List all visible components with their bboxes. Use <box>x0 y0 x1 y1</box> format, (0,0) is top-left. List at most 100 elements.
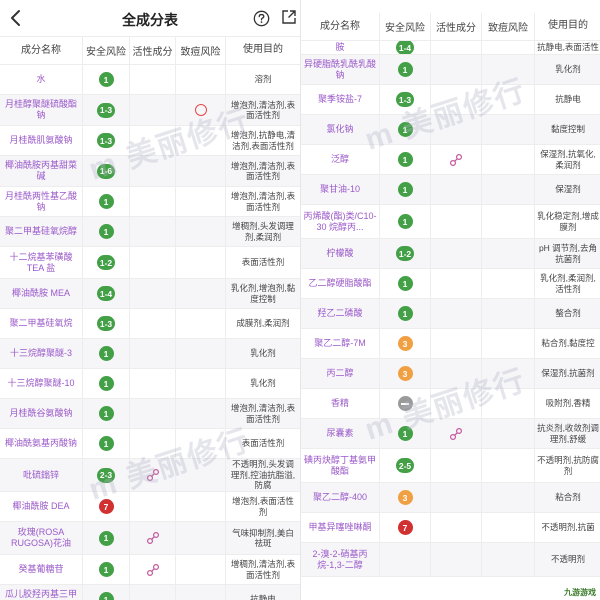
ingredient-name[interactable]: 月桂酰谷氨酸钠 <box>0 399 83 428</box>
safety-risk-cell: 3 <box>380 329 431 358</box>
acne-risk-cell <box>482 513 535 542</box>
table-row[interactable]: 2-溴-2-硝基丙烷-1,3-二醇 不透明剂 <box>301 543 600 577</box>
ingredient-name[interactable]: 碘丙炔醇丁基氨甲酸酯 <box>301 449 380 482</box>
ingredient-name[interactable]: 异硬脂酰乳酰乳酸钠 <box>301 55 380 84</box>
acne-risk-cell <box>176 187 226 216</box>
table-row[interactable]: 聚甘油-10 1 保湿剂 <box>301 175 600 205</box>
ingredient-name[interactable]: 乙二醇硬脂酸酯 <box>301 269 380 298</box>
table-row[interactable]: 吡硫鎓锌 2-3 不透明剂,头发调理剂,控油抗脂溢,防腐 <box>0 459 300 492</box>
usage-purpose: 增泡剂,清洁剂,表面活性剂 <box>230 191 296 212</box>
table-row[interactable]: 柠檬酸 1-2 pH 调节剂,去角抗菌剂 <box>301 239 600 269</box>
footer-logo: 九游游戏 <box>564 588 596 597</box>
active-cell <box>130 309 176 338</box>
ingredient-name[interactable]: 羟乙二磷酸 <box>301 299 380 328</box>
ingredient-name[interactable]: 椰油酰胺 MEA <box>0 279 83 308</box>
ingredient-name[interactable]: 十三烷醇聚醚-10 <box>0 369 83 398</box>
risk-badge: 1 <box>98 562 114 577</box>
active-cell <box>130 459 176 491</box>
ingredient-name[interactable]: 月桂醇聚醚硫酸酯钠 <box>0 95 83 125</box>
table-row[interactable]: 香精 吸附剂,香精 <box>301 389 600 419</box>
table-row[interactable]: 玫瑰(ROSA RUGOSA)花油 1 气味抑制剂,美白祛斑 <box>0 522 300 555</box>
ingredient-name[interactable]: 聚季铵盐-7 <box>301 85 380 114</box>
ingredient-name[interactable]: 聚二甲基硅氧烷 <box>0 309 83 338</box>
ingredient-name[interactable]: 月桂酰肌氨酸钠 <box>0 126 83 155</box>
safety-risk-cell: 1-2 <box>380 239 431 268</box>
ingredient-name[interactable]: 丙二醇 <box>301 359 380 388</box>
ingredient-name[interactable]: 聚二甲基硅氧烷醇 <box>0 217 83 246</box>
ingredient-name[interactable]: 2-溴-2-硝基丙烷-1,3-二醇 <box>301 543 380 576</box>
ingredient-name[interactable]: 聚甘油-10 <box>301 175 380 204</box>
table-row[interactable]: 水 1 溶剂 <box>0 65 300 95</box>
col-acne-header: 致痘风险 <box>482 13 535 40</box>
table-row[interactable]: 甲基异噻唑啉酮 7 不透明剂,抗菌 <box>301 513 600 543</box>
ingredient-name[interactable]: 玫瑰(ROSA RUGOSA)花油 <box>0 522 83 554</box>
ingredient-name[interactable]: 月桂酰两性基乙酸钠 <box>0 187 83 216</box>
ingredient-name[interactable]: 氯化钠 <box>301 115 380 144</box>
safety-risk-cell: 1-3 <box>83 126 130 155</box>
ingredient-name[interactable]: 水 <box>0 65 83 94</box>
table-row[interactable]: 聚二甲基硅氧烷 1-3 成膜剂,柔润剂 <box>0 309 300 339</box>
help-icon[interactable] <box>253 10 270 27</box>
table-row[interactable]: 羟乙二磷酸 1 螯合剂 <box>301 299 600 329</box>
table-row[interactable]: 月桂酰谷氨酸钠 1 增泡剂,清洁剂,表面活性剂 <box>0 399 300 429</box>
table-row[interactable]: 异硬脂酰乳酰乳酸钠 1 乳化剂 <box>301 55 600 85</box>
table-row[interactable]: 椰油酰胺 MEA 1-4 乳化剂,增泡剂,黏度控制 <box>0 279 300 309</box>
ingredient-name[interactable]: 尿囊素 <box>301 419 380 448</box>
table-row[interactable]: 乙二醇硬脂酸酯 1 乳化剂,柔润剂,活性剂 <box>301 269 600 299</box>
ingredient-name[interactable]: 十二烷基苯磺酸TEA 盐 <box>0 247 83 278</box>
table-row[interactable]: 丙烯酸(酯)类/C10-30 烷醇丙... 1 乳化稳定剂,增成膜剂 <box>301 205 600 239</box>
table-row[interactable]: 椰油酰胺丙基甜菜碱 1-6 增泡剂,清洁剂,表面活性剂 <box>0 156 300 187</box>
risk-badge: 1-2 <box>395 246 415 261</box>
ingredient-name[interactable]: 椰油酰氨基丙酸钠 <box>0 429 83 458</box>
ingredient-name[interactable]: 柠檬酸 <box>301 239 380 268</box>
ingredient-name[interactable]: 吡硫鎓锌 <box>0 459 83 491</box>
ingredient-name[interactable]: 癸基葡糖苷 <box>0 555 83 584</box>
table-row[interactable]: 瓜儿胶羟丙基三甲基氯化铵 1 抗静电 <box>0 585 300 600</box>
ingredient-name[interactable]: 香精 <box>301 389 380 418</box>
table-row[interactable]: 十三烷醇聚醚-3 1 乳化剂 <box>0 339 300 369</box>
table-row[interactable]: 聚乙二醇-400 3 粘合剂 <box>301 483 600 513</box>
safety-risk-cell: 1 <box>380 145 431 174</box>
safety-risk-cell: 1 <box>380 115 431 144</box>
active-cell <box>130 247 176 278</box>
table-row[interactable]: 月桂酰肌氨酸钠 1-3 增泡剂,抗静电,清洁剂,表面活性剂 <box>0 126 300 156</box>
ingredient-name[interactable]: 泛醇 <box>301 145 380 174</box>
table-row[interactable]: 丙二醇 3 保湿剂,抗菌剂 <box>301 359 600 389</box>
ingredient-name[interactable]: 聚乙二醇-400 <box>301 483 380 512</box>
table-row[interactable]: 椰油酰胺 DEA 7 增泡剂,表面活性剂 <box>0 492 300 522</box>
table-row[interactable]: 癸基葡糖苷 1 增稠剂,清洁剂,表面活性剂 <box>0 555 300 585</box>
usage-purpose: 不透明剂,头发调理剂,控油抗脂溢,防腐 <box>230 459 296 491</box>
table-row[interactable]: 碘丙炔醇丁基氨甲酸酯 2-5 不透明剂,抗防腐剂 <box>301 449 600 483</box>
ingredient-name[interactable]: 胺 <box>301 41 380 54</box>
share-icon[interactable] <box>281 9 297 25</box>
table-row[interactable]: 氯化钠 1 黏度控制 <box>301 115 600 145</box>
table-row[interactable]: 聚季铵盐-7 1-3 抗静电 <box>301 85 600 115</box>
active-cell <box>130 65 176 94</box>
table-row[interactable]: 聚二甲基硅氧烷醇 1 增稠剂,头发调理剂,柔润剂 <box>0 217 300 247</box>
active-cell <box>130 399 176 428</box>
usage-purpose: 乳化稳定剂,增成膜剂 <box>537 211 599 232</box>
table-row[interactable]: 十三烷醇聚醚-10 1 乳化剂 <box>0 369 300 399</box>
table-row[interactable]: 聚乙二醇-7M 3 粘合剂,黏度控 <box>301 329 600 359</box>
table-row[interactable]: 月桂酰两性基乙酸钠 1 增泡剂,清洁剂,表面活性剂 <box>0 187 300 217</box>
usage-purpose: 保湿剂 <box>555 184 581 195</box>
ingredient-name[interactable]: 丙烯酸(酯)类/C10-30 烷醇丙... <box>301 205 380 238</box>
table-row[interactable]: 尿囊素 1 抗炎剂,收敛剂调理剂,舒缓 <box>301 419 600 449</box>
ingredient-name[interactable]: 甲基异噻唑啉酮 <box>301 513 380 542</box>
safety-risk-cell: 3 <box>380 483 431 512</box>
ingredient-name[interactable]: 椰油酰胺 DEA <box>0 492 83 521</box>
table-row[interactable]: 泛醇 1 保湿剂,抗氧化,柔润剂 <box>301 145 600 175</box>
ingredient-name[interactable]: 聚乙二醇-7M <box>301 329 380 358</box>
ingredient-name[interactable]: 十三烷醇聚醚-3 <box>0 339 83 368</box>
table-row[interactable]: 椰油酰氨基丙酸钠 1 表面活性剂 <box>0 429 300 459</box>
col-risk-header: 安全风险 <box>380 13 431 40</box>
ingredient-table-left: 成分名称 安全风险 活性成分 致痘风险 使用目的 水 1 溶剂 月桂醇聚醚硫酸酯钠 1-… <box>0 37 300 600</box>
table-row[interactable]: 十二烷基苯磺酸TEA 盐 1-2 表面活性剂 <box>0 247 300 279</box>
ingredient-name[interactable]: 瓜儿胶羟丙基三甲基氯化铵 <box>0 585 83 600</box>
table-row[interactable]: 月桂醇聚醚硫酸酯钠 1-3 增泡剂,清洁剂,表面活性剂 <box>0 95 300 126</box>
risk-badge: 1 <box>397 182 413 197</box>
active-cell <box>431 55 482 84</box>
left-pane: 全成分表 成分名称 安全风险 活性成分 致痘风险 使用目的 水 1 溶剂 月桂醇聚醚硫… <box>0 0 300 600</box>
table-row[interactable]: 胺 1-4 抗静电,表面活性 <box>301 41 600 55</box>
ingredient-name[interactable]: 椰油酰胺丙基甜菜碱 <box>0 156 83 186</box>
